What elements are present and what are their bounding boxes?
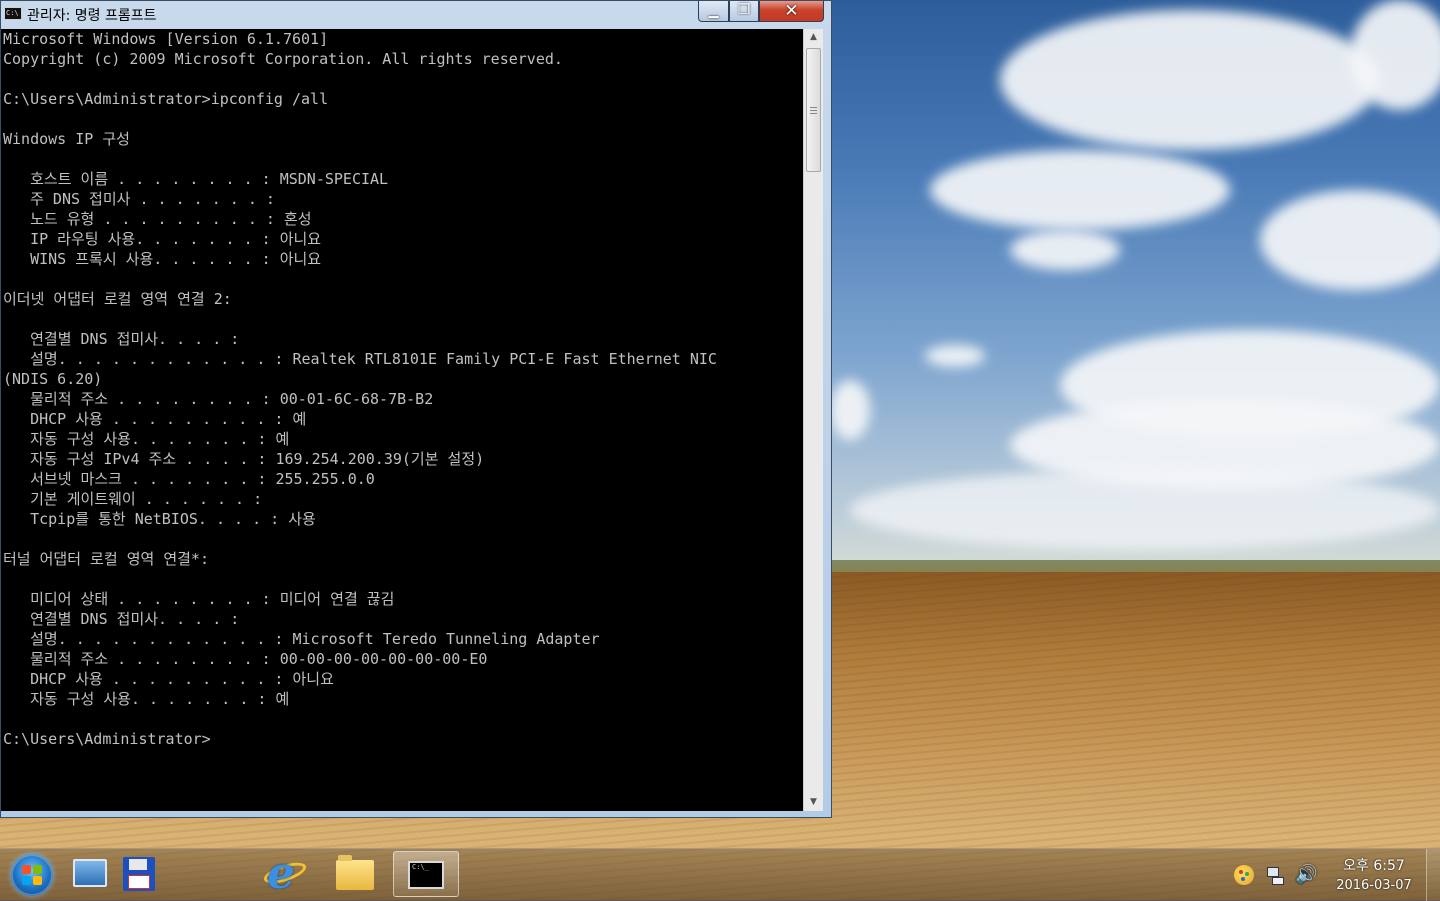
console-line: Windows IP 구성: [3, 130, 130, 148]
wallpaper-cloud: [925, 345, 985, 367]
console-line: DHCP 사용 . . . . . . . . . : 예: [3, 410, 307, 428]
wallpaper-cloud: [850, 470, 1440, 550]
scroll-thumb[interactable]: [806, 48, 821, 172]
taskbar-command-prompt[interactable]: C:\_: [393, 851, 459, 897]
window-title: 관리자: 명령 프롬프트: [27, 8, 157, 24]
console-line: 설명. . . . . . . . . . . . : Realtek RTL8…: [3, 350, 717, 368]
console-line: 자동 구성 사용. . . . . . . : 예: [3, 690, 290, 708]
console-line: C:\Users\Administrator>ipconfig /all: [3, 90, 329, 108]
console-line: C:\Users\Administrator>: [3, 730, 211, 748]
paint-tray-icon[interactable]: [1234, 865, 1254, 885]
taskbar: e C:\_ 🔊 오후 6:57 2016-03-07: [0, 848, 1440, 901]
close-icon: ✕: [784, 1, 799, 21]
minimize-icon: ▁: [708, 4, 719, 19]
console-line: 자동 구성 사용. . . . . . . : 예: [3, 430, 290, 448]
network-tray-icon[interactable]: [1265, 865, 1285, 885]
clock-time[interactable]: 오후 6:57: [1326, 855, 1422, 875]
desktop-icon: [73, 859, 107, 887]
taskbar-file-explorer[interactable]: [326, 851, 384, 897]
cmd-window-icon[interactable]: C:\: [4, 7, 22, 20]
wallpaper-cloud: [1000, 10, 1380, 150]
wallpaper-cloud: [1260, 190, 1440, 290]
wallpaper-cloud: [1350, 0, 1440, 110]
console-line: WINS 프록시 사용. . . . . . : 아니요: [3, 250, 322, 268]
scroll-up-button[interactable]: ▲: [804, 29, 823, 46]
windows-logo-icon: [22, 865, 31, 874]
console-line: Tcpip를 통한 NetBIOS. . . . : 사용: [3, 510, 316, 528]
folder-icon: [336, 855, 374, 890]
command-prompt-window[interactable]: C:\ 관리자: 명령 프롬프트 ▁ ❐ ✕ Microsoft Windows…: [0, 0, 832, 818]
console-line: Microsoft Windows [Version 6.1.7601]: [3, 30, 329, 48]
volume-icon[interactable]: 🔊: [1295, 865, 1317, 885]
windows-logo-icon: [22, 876, 31, 885]
windows-logo-icon: [33, 865, 42, 874]
console-line: 미디어 상태 . . . . . . . . : 미디어 연결 끊김: [3, 590, 395, 608]
console-line: Copyright (c) 2009 Microsoft Corporation…: [3, 50, 563, 68]
grip-icon: [810, 107, 817, 115]
maximize-icon: ❐: [737, 2, 751, 18]
internet-explorer-icon: e: [267, 848, 295, 899]
console-line: 연결별 DNS 접미사. . . . :: [3, 330, 240, 348]
console-line: IP 라우팅 사용. . . . . . . : 아니요: [3, 230, 322, 248]
wallpaper-cloud: [930, 150, 1230, 230]
console-line: 물리적 주소 . . . . . . . . : 00-01-6C-68-7B-…: [3, 390, 434, 408]
wallpaper-cloud: [1010, 230, 1120, 270]
console-line: 기본 게이트웨이 . . . . . . :: [3, 490, 263, 508]
console-line: 설명. . . . . . . . . . . . : Microsoft Te…: [3, 630, 600, 648]
start-button[interactable]: [11, 854, 53, 896]
clock-date[interactable]: 2016-03-07: [1326, 878, 1422, 893]
floppy-disk-icon: [123, 857, 155, 891]
window-titlebar[interactable]: C:\ 관리자: 명령 프롬프트 ▁ ❐ ✕: [1, 1, 831, 27]
console-line: 주 DNS 접미사 . . . . . . . :: [3, 190, 275, 208]
console-line: 자동 구성 IPv4 주소 . . . . : 169.254.200.39(기…: [3, 450, 485, 468]
minimize-button[interactable]: ▁: [698, 1, 729, 22]
scroll-down-button[interactable]: ▼: [804, 794, 823, 811]
console-line: 물리적 주소 . . . . . . . . : 00-00-00-00-00-…: [3, 650, 488, 668]
maximize-button[interactable]: ❐: [729, 1, 759, 22]
windows-logo-icon: [33, 876, 42, 885]
console-line: 연결별 DNS 접미사. . . . :: [3, 610, 240, 628]
console-line: 서브넷 마스크 . . . . . . . : 255.255.0.0: [3, 470, 375, 488]
console-line: DHCP 사용 . . . . . . . . . : 아니요: [3, 670, 334, 688]
show-desktop-button[interactable]: [1426, 849, 1440, 901]
taskbar-internet-explorer[interactable]: e: [257, 851, 315, 897]
console-line: 터널 어댑터 로컬 영역 연결*:: [3, 550, 209, 568]
taskbar-save[interactable]: [109, 851, 167, 897]
vertical-scrollbar[interactable]: ▲ ▼: [803, 29, 823, 811]
console-line: (NDIS 6.20): [3, 370, 103, 388]
console-line: 이더넷 어댑터 로컬 영역 연결 2:: [3, 290, 232, 308]
console-line: 호스트 이름 . . . . . . . . : MSDN-SPECIAL: [3, 170, 389, 188]
console-lines: Microsoft Windows [Version 6.1.7601] Copy…: [1, 29, 803, 749]
cmd-icon: C:\_: [408, 861, 444, 889]
console-line: 노드 유형 . . . . . . . . . : 혼성: [3, 210, 312, 228]
wallpaper-cloud: [830, 380, 870, 440]
close-button[interactable]: ✕: [759, 1, 824, 22]
console-output[interactable]: Microsoft Windows [Version 6.1.7601] Copy…: [1, 29, 803, 811]
